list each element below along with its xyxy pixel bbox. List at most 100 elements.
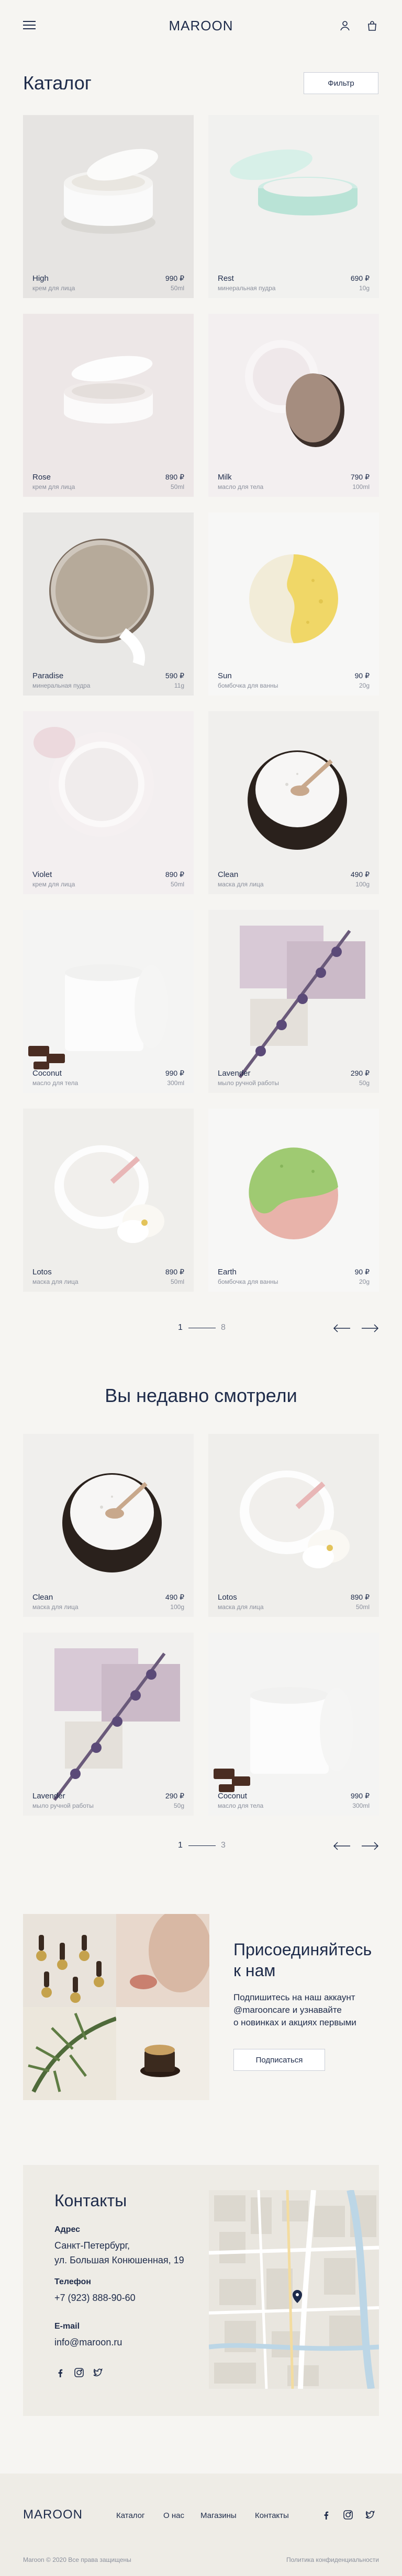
product-image[interactable] xyxy=(23,910,194,1093)
product-image[interactable] xyxy=(23,314,194,497)
prev-arrow-icon[interactable] xyxy=(333,1323,351,1333)
product-name: Coconut xyxy=(218,1792,247,1800)
prev-arrow-icon[interactable] xyxy=(333,1841,351,1851)
product-card[interactable]: Lotos маска для лица 890 ₽ 50ml xyxy=(208,1434,379,1617)
product-card[interactable]: High крем для лица 990 ₽ 50ml xyxy=(23,115,194,298)
pager-current[interactable]: 1 xyxy=(178,1841,183,1850)
product-price: 590 ₽ xyxy=(165,671,184,680)
product-meta: Violet крем для лица 890 ₽ 50ml xyxy=(32,870,184,888)
product-meta: Lavender мыло ручной работы 290 ₽ 50g xyxy=(32,1792,184,1809)
address-value: Санкт-Петербург, ул. Большая Конюшенная,… xyxy=(54,2238,184,2267)
product-price: 690 ₽ xyxy=(350,274,370,282)
product-meta: Coconut масло для тела 990 ₽ 300ml xyxy=(218,1792,370,1809)
product-category: маска для лица xyxy=(32,1603,79,1611)
join-text-line: @marooncare и узнавайте xyxy=(233,2005,342,2015)
pager-total[interactable]: 3 xyxy=(221,1841,226,1850)
footer-logo[interactable]: MAROON xyxy=(23,2507,83,2522)
subscribe-button[interactable]: Подписаться xyxy=(233,2049,325,2071)
map[interactable] xyxy=(209,2190,379,2389)
product-amount: 50g xyxy=(173,1802,184,1809)
product-amount: 300ml xyxy=(352,1802,370,1809)
product-card[interactable]: Clean маска для лица 490 ₽ 100g xyxy=(208,711,379,894)
product-image[interactable] xyxy=(23,1633,194,1816)
product-card[interactable]: Coconut масло для тела 990 ₽ 300ml xyxy=(23,910,194,1093)
next-arrow-icon[interactable] xyxy=(361,1841,379,1851)
product-name: Rose xyxy=(32,473,51,482)
product-name: Lavender xyxy=(218,1069,251,1078)
product-image[interactable] xyxy=(208,115,379,298)
product-price: 890 ₽ xyxy=(165,870,184,879)
product-card[interactable]: Lavender мыло ручной работы 290 ₽ 50g xyxy=(23,1633,194,1816)
recent-pager: 1 3 xyxy=(178,1836,230,1856)
product-category: масло для тела xyxy=(218,483,264,491)
product-name: High xyxy=(32,274,49,283)
product-card[interactable]: Rose крем для лица 890 ₽ 50ml xyxy=(23,314,194,497)
product-amount: 50ml xyxy=(170,881,184,888)
product-image[interactable] xyxy=(208,711,379,894)
product-price: 490 ₽ xyxy=(350,870,370,879)
product-amount: 50ml xyxy=(355,1603,370,1611)
product-name: Lotos xyxy=(218,1593,237,1602)
pager-total[interactable]: 8 xyxy=(221,1323,226,1332)
product-card[interactable]: Earth бомбочка для ванны 90 ₽ 20g xyxy=(208,1109,379,1292)
product-image[interactable] xyxy=(23,1434,194,1617)
product-card[interactable]: Violet крем для лица 890 ₽ 50ml xyxy=(23,711,194,894)
cart-icon[interactable] xyxy=(366,20,378,31)
product-meta: Rose крем для лица 890 ₽ 50ml xyxy=(32,473,184,491)
product-name: Paradise xyxy=(32,671,64,680)
product-card[interactable]: Rest минеральная пудра 690 ₽ 10g xyxy=(208,115,379,298)
instagram-icon[interactable] xyxy=(342,2509,354,2521)
product-image[interactable] xyxy=(208,910,379,1093)
product-amount: 300ml xyxy=(167,1079,184,1087)
product-image[interactable] xyxy=(208,1633,379,1816)
product-image[interactable] xyxy=(208,1109,379,1292)
product-image[interactable] xyxy=(23,512,194,696)
product-card[interactable]: Milk масло для тела 790 ₽ 100ml xyxy=(208,314,379,497)
product-category: масло для тела xyxy=(32,1079,79,1087)
product-category: крем для лица xyxy=(32,284,75,292)
product-card[interactable]: Lavender мыло ручной работы 290 ₽ 50g xyxy=(208,910,379,1093)
user-icon[interactable] xyxy=(339,20,351,31)
product-image[interactable] xyxy=(23,115,194,298)
privacy-link[interactable]: Политика конфиденциальности xyxy=(286,2556,379,2563)
product-image[interactable] xyxy=(208,314,379,497)
copyright: Maroon © 2020 Все права защищены xyxy=(23,2556,131,2563)
footer-nav-stores[interactable]: Магазины xyxy=(200,2511,237,2520)
product-category: маска для лица xyxy=(218,1603,264,1611)
twitter-icon[interactable] xyxy=(92,2367,104,2378)
facebook-icon[interactable] xyxy=(54,2367,66,2378)
product-meta: Paradise минеральная пудра 590 ₽ 11g xyxy=(32,671,184,689)
product-image[interactable] xyxy=(23,711,194,894)
recent-title: Вы недавно смотрели xyxy=(105,1385,297,1406)
instagram-icon[interactable] xyxy=(73,2367,85,2378)
product-card[interactable]: Paradise минеральная пудра 590 ₽ 11g xyxy=(23,512,194,696)
contacts-title: Контакты xyxy=(54,2191,127,2210)
next-arrow-icon[interactable] xyxy=(361,1323,379,1333)
product-card[interactable]: Clean маска для лица 490 ₽ 100g xyxy=(23,1434,194,1617)
product-amount: 50ml xyxy=(170,483,184,491)
footer-nav-about[interactable]: О нас xyxy=(163,2511,184,2520)
product-amount: 20g xyxy=(359,682,370,689)
footer-nav-contacts[interactable]: Контакты xyxy=(255,2511,289,2520)
product-card[interactable]: Coconut масло для тела 990 ₽ 300ml xyxy=(208,1633,379,1816)
product-image[interactable] xyxy=(208,512,379,696)
product-price: 790 ₽ xyxy=(350,473,370,481)
product-category: бомбочка для ванны xyxy=(218,1278,278,1285)
product-category: минеральная пудра xyxy=(218,284,276,292)
filter-button[interactable]: Фильтр xyxy=(304,72,378,94)
facebook-icon[interactable] xyxy=(320,2509,332,2521)
twitter-icon[interactable] xyxy=(364,2509,376,2521)
pager-current[interactable]: 1 xyxy=(178,1323,183,1332)
product-price: 890 ₽ xyxy=(165,1268,184,1276)
product-card[interactable]: Lotos маска для лица 890 ₽ 50ml xyxy=(23,1109,194,1292)
footer: MAROON Каталог О нас Магазины Контакты M… xyxy=(0,2474,402,2576)
join-title-line: к нам xyxy=(233,1961,276,1980)
phone-link[interactable]: +7 (923) 888-90-60 xyxy=(54,2290,136,2305)
product-name: Coconut xyxy=(32,1069,62,1078)
product-image[interactable] xyxy=(208,1434,379,1617)
product-card[interactable]: Sun бомбочка для ванны 90 ₽ 20g xyxy=(208,512,379,696)
footer-nav-catalog[interactable]: Каталог xyxy=(116,2511,145,2520)
product-image[interactable] xyxy=(23,1109,194,1292)
product-name: Violet xyxy=(32,870,52,879)
email-link[interactable]: info@maroon.ru xyxy=(54,2335,122,2350)
